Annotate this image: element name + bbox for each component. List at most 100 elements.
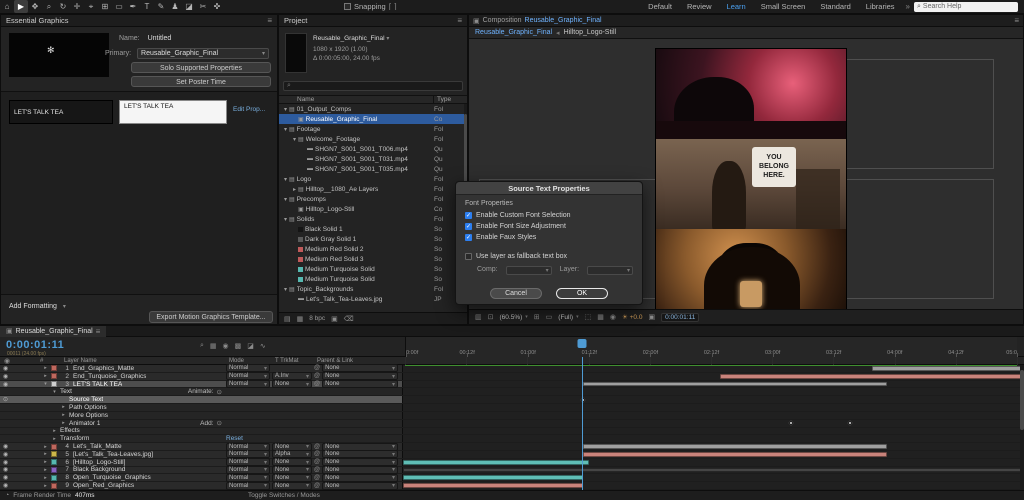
project-item[interactable]: ▬ SHGN7_S001_S001_T006.mp4 Qu bbox=[279, 144, 464, 154]
timeline-track[interactable] bbox=[403, 365, 1024, 372]
mode-dropdown[interactable]: Normal ▾ bbox=[226, 442, 270, 451]
timeline-row-left[interactable]: ▸ Effects bbox=[0, 427, 403, 434]
comp-dropdown[interactable]: ▾ bbox=[505, 266, 552, 275]
visibility-eye-icon[interactable]: ◉ bbox=[3, 466, 8, 473]
mode-dropdown[interactable]: Normal ▾ bbox=[226, 450, 270, 459]
workspace-tab-libraries[interactable]: Libraries bbox=[859, 0, 902, 13]
layer-color-chip[interactable] bbox=[51, 482, 57, 489]
dialog-checkbox-1[interactable]: ✓ bbox=[465, 223, 472, 230]
trkmat-dropdown[interactable]: None ▾ bbox=[272, 465, 312, 474]
layer-switches[interactable]: ◉ bbox=[0, 443, 40, 450]
set-poster-time-button[interactable]: Set Poster Time bbox=[131, 76, 271, 87]
column-index[interactable]: # bbox=[40, 358, 64, 364]
reset-link[interactable]: Reset bbox=[226, 435, 266, 442]
playhead-line[interactable] bbox=[582, 357, 584, 490]
timeline-row-left[interactable]: ◉ ▸ 8 Open_Turquoise_Graphics Normal ▾ None ▾ @ N… bbox=[0, 473, 403, 482]
pan-camera-tool-icon[interactable]: ✛ bbox=[70, 0, 84, 13]
timeline-track[interactable] bbox=[403, 474, 1024, 482]
expand-arrow-icon[interactable]: ▸ bbox=[42, 451, 49, 457]
mode-dropdown[interactable]: Normal ▾ bbox=[226, 481, 270, 490]
essential-graphics-header[interactable]: Essential Graphics ≡ bbox=[1, 15, 277, 27]
trkmat-dropdown[interactable]: None ▾ bbox=[272, 458, 312, 467]
transparency-grid-icon[interactable]: ▦ bbox=[597, 313, 604, 321]
timeline-layer-row[interactable]: ◉ ▸ 1 End_Graphics_Matte Normal ▾ @ None ▾ bbox=[0, 364, 1024, 373]
timeline-track[interactable] bbox=[403, 443, 1024, 450]
ok-button[interactable]: OK bbox=[556, 288, 608, 299]
mode-dropdown[interactable]: Normal ▾ bbox=[226, 372, 270, 381]
eg-primary-dropdown[interactable]: Reusable_Graphic_Final ▾ bbox=[137, 48, 270, 59]
timeline-track[interactable] bbox=[403, 388, 1024, 396]
layer-name[interactable]: LET'S TALK TEA bbox=[73, 381, 122, 388]
layer-duration-bar[interactable] bbox=[403, 459, 590, 465]
stopwatch-icon[interactable]: ⊙ bbox=[3, 396, 8, 403]
visibility-eye-icon[interactable]: ◉ bbox=[3, 381, 8, 388]
column-parent[interactable]: Parent & Link bbox=[317, 358, 403, 364]
snapshot-icon[interactable]: ▣ bbox=[648, 313, 655, 321]
pickwhip-icon[interactable]: @ bbox=[314, 475, 320, 481]
cancel-button[interactable]: Cancel bbox=[490, 288, 542, 299]
visibility-eye-icon[interactable]: ◉ bbox=[3, 474, 8, 481]
timeline-layer-row[interactable]: ◉ ▸ 6 [Hilltop_Logo-Still] Normal ▾ None ▾ @ None… bbox=[0, 458, 1024, 467]
tree-arrow-icon[interactable]: ▾ bbox=[282, 126, 289, 133]
column-mode[interactable]: Mode bbox=[229, 358, 275, 364]
solo-supported-properties-button[interactable]: Solo Supported Properties bbox=[131, 62, 271, 73]
project-item[interactable]: Medium Turquoise Solid So bbox=[279, 274, 464, 284]
timeline-track[interactable] bbox=[403, 411, 1024, 419]
pickwhip-icon[interactable]: @ bbox=[314, 459, 320, 465]
hide-shy-layers-icon[interactable]: ◉ bbox=[223, 342, 229, 350]
type-tool-icon[interactable]: T bbox=[140, 0, 154, 13]
project-item[interactable]: Medium Turquoise Solid So bbox=[279, 264, 464, 274]
eraser-tool-icon[interactable]: ◪ bbox=[182, 0, 196, 13]
project-item[interactable]: Medium Red Solid 3 So bbox=[279, 254, 464, 264]
expand-arrow-icon[interactable]: ▸ bbox=[51, 428, 58, 434]
property-name[interactable]: Source Text bbox=[69, 396, 103, 403]
interpret-footage-icon[interactable]: ▤ bbox=[284, 315, 291, 323]
expand-arrow-icon[interactable]: ▸ bbox=[42, 475, 49, 481]
visibility-eye-icon[interactable]: ◉ bbox=[3, 459, 8, 466]
visibility-eye-icon[interactable]: ◉ bbox=[3, 365, 8, 372]
timeline-row-left[interactable]: ▾ Text Animate: ⊙ bbox=[0, 388, 403, 396]
layer-color-chip[interactable] bbox=[51, 466, 57, 473]
new-comp-icon[interactable]: ▣ bbox=[331, 315, 338, 323]
trkmat-dropdown[interactable]: None ▾ bbox=[272, 442, 312, 451]
project-item[interactable]: ▾ ▤ Footage Fol bbox=[279, 124, 464, 134]
trkmat-dropdown[interactable]: Alpha ▾ bbox=[272, 450, 312, 459]
layer-duration-bar[interactable] bbox=[403, 475, 584, 481]
timeline-row-left[interactable]: ◉ ▸ 7 Black Background Normal ▾ None ▾ @ None ▾ bbox=[0, 465, 403, 474]
export-mgt-button[interactable]: Export Motion Graphics Template... bbox=[149, 311, 273, 323]
expand-arrow-icon[interactable]: ▸ bbox=[51, 436, 58, 442]
property-name[interactable]: Transform bbox=[60, 435, 89, 442]
layer-color-chip[interactable] bbox=[51, 373, 57, 380]
toggle-switches-modes-button[interactable]: Toggle Switches / Modes bbox=[248, 492, 320, 499]
fallback-checkbox[interactable] bbox=[465, 253, 472, 260]
animate-add-control[interactable]: Add: ⊙ bbox=[200, 419, 222, 428]
project-item[interactable]: ▾ ▤ Logo Fol bbox=[279, 174, 464, 184]
trkmat-dropdown[interactable]: None ▾ bbox=[272, 481, 312, 490]
dialog-checkbox-row[interactable]: ✓ Enable Faux Styles bbox=[465, 232, 633, 243]
layer-name[interactable]: [Hilltop_Logo-Still] bbox=[73, 459, 125, 466]
property-name[interactable]: Effects bbox=[60, 427, 80, 434]
timeline-row-left[interactable]: ▸ More Options bbox=[0, 412, 403, 419]
timeline-track[interactable] bbox=[403, 419, 1024, 427]
dolly-camera-tool-icon[interactable]: ⌖ bbox=[84, 0, 98, 13]
exposure-value[interactable]: ☀ +0.0 bbox=[622, 313, 642, 321]
trkmat-dropdown[interactable]: A.Inv ▾ bbox=[272, 372, 312, 381]
expand-arrow-icon[interactable]: ▸ bbox=[42, 467, 49, 473]
project-search-input[interactable]: ⌕ bbox=[283, 81, 463, 91]
pickwhip-icon[interactable]: @ bbox=[314, 373, 320, 379]
draft-3d-icon[interactable]: ▦ bbox=[210, 342, 217, 350]
mode-dropdown[interactable]: Normal ▾ bbox=[226, 465, 270, 474]
timeline-layer-row[interactable]: ◉ ▸ 5 [Let's_Talk_Tea-Leaves.jpg] Normal ▾ Alp… bbox=[0, 450, 1024, 459]
pickwhip-icon[interactable]: @ bbox=[314, 451, 320, 457]
puppet-pin-tool-icon[interactable]: ✜ bbox=[210, 0, 224, 13]
breadcrumb-current[interactable]: Reusable_Graphic_Final bbox=[475, 29, 552, 36]
layer-switches[interactable]: ◉ bbox=[0, 482, 40, 489]
camera-view-icon[interactable]: ◉ bbox=[610, 313, 616, 321]
timeline-property-row[interactable]: ▸ Transform Reset bbox=[0, 435, 1024, 444]
project-column-headers[interactable]: Name Type bbox=[279, 95, 467, 104]
timeline-track[interactable] bbox=[403, 380, 1024, 388]
roto-brush-tool-icon[interactable]: ✂ bbox=[196, 0, 210, 13]
expand-arrow-icon[interactable]: ▸ bbox=[42, 373, 49, 379]
workspace-tab-standard[interactable]: Standard bbox=[813, 0, 857, 13]
timeline-track[interactable] bbox=[403, 372, 1024, 380]
